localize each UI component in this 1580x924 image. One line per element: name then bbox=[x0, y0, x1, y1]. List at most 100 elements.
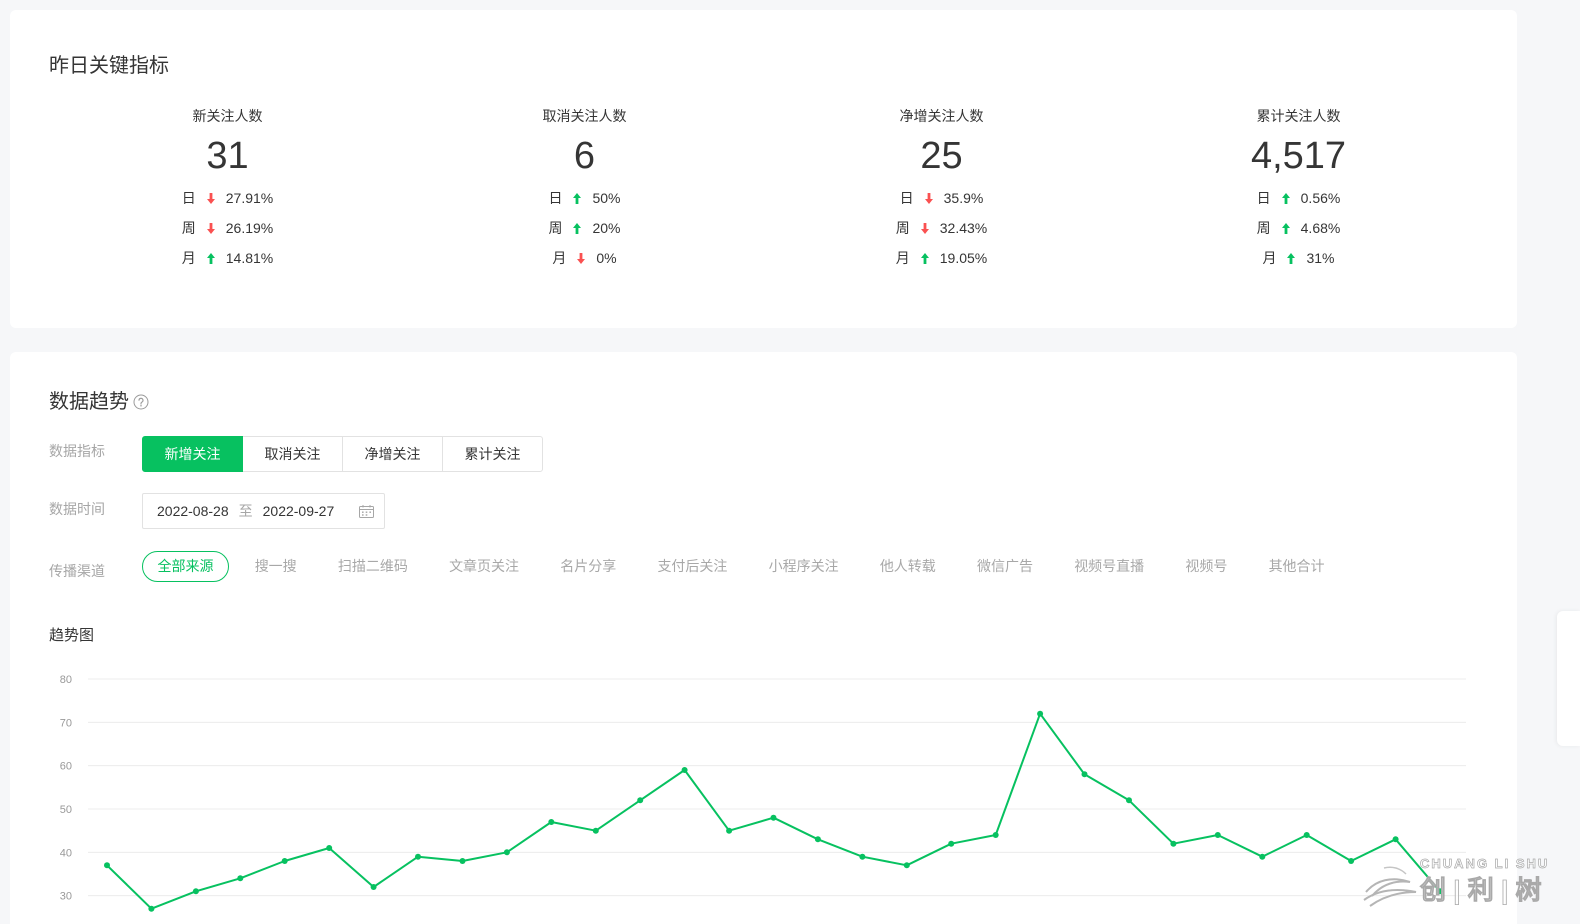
data-trend-title: 数据趋势 bbox=[49, 391, 129, 413]
data-point bbox=[148, 905, 155, 912]
arrow-down-icon bbox=[206, 192, 215, 204]
metric-changes: 日 0.56% 周 4.68% 月 31% bbox=[1120, 183, 1477, 273]
date-start: 2022-08-28 bbox=[157, 503, 229, 519]
data-point bbox=[992, 832, 999, 838]
y-tick-label: 70 bbox=[60, 717, 72, 729]
metric-button-net-follow[interactable]: 净增关注 bbox=[342, 436, 443, 472]
change-period: 日 bbox=[181, 190, 196, 206]
change-period: 周 bbox=[1256, 220, 1271, 236]
series-line bbox=[106, 712, 1441, 910]
arrow-up-icon bbox=[1287, 252, 1296, 264]
channel-chip-article[interactable]: 文章页关注 bbox=[434, 551, 535, 582]
change-row-month: 月 31% bbox=[1120, 243, 1477, 273]
metric-value: 31 bbox=[206, 135, 249, 177]
metric-new-followers: 新关注人数 31 日 27.91% 周 26.19% 月 14.81% bbox=[49, 106, 406, 273]
date-separator: 至 bbox=[238, 503, 253, 519]
change-percent: 0.56% bbox=[1300, 190, 1341, 206]
change-percent: 20% bbox=[592, 220, 621, 236]
arrow-down-icon bbox=[920, 222, 929, 234]
metric-button-new-follow[interactable]: 新增关注 bbox=[142, 436, 243, 472]
metric-changes: 日 27.91% 周 26.19% 月 14.81% bbox=[49, 183, 406, 273]
change-row-month: 月 19.05% bbox=[763, 243, 1120, 273]
data-point bbox=[192, 888, 199, 895]
metric-label: 取消关注人数 bbox=[542, 108, 627, 124]
arrow-up-icon bbox=[206, 252, 215, 264]
channel-chip-card-share[interactable]: 名片分享 bbox=[545, 551, 632, 582]
side-panel-tab[interactable] bbox=[1557, 611, 1580, 746]
data-point bbox=[1037, 710, 1044, 717]
metric-label: 新关注人数 bbox=[192, 108, 263, 124]
data-point bbox=[726, 827, 733, 834]
channel-chip-channels[interactable]: 视频号 bbox=[1170, 551, 1243, 582]
metric-button-total-follow[interactable]: 累计关注 bbox=[442, 436, 543, 472]
date-range-picker[interactable]: 2022-08-28 至 2022-09-27 bbox=[142, 493, 385, 529]
change-percent: 26.19% bbox=[225, 220, 274, 236]
data-point bbox=[503, 849, 510, 856]
metric-total-followers: 累计关注人数 4,517 日 0.56% 周 4.68% 月 31% bbox=[1120, 106, 1477, 273]
metrics-row: 新关注人数 31 日 27.91% 周 26.19% 月 14.81% 取消关注… bbox=[49, 106, 1477, 273]
data-point bbox=[859, 853, 866, 860]
channel-chip-mini-program[interactable]: 小程序关注 bbox=[753, 551, 854, 582]
change-row-week: 周 4.68% bbox=[1120, 213, 1477, 243]
arrow-up-icon bbox=[1281, 192, 1290, 204]
data-point bbox=[1081, 771, 1088, 778]
data-point bbox=[681, 767, 688, 773]
metric-unfollowers: 取消关注人数 6 日 50% 周 20% 月 0% bbox=[406, 106, 763, 273]
data-point bbox=[281, 858, 288, 864]
arrow-up-icon bbox=[573, 192, 582, 204]
channel-filter-chips: 全部来源 搜一搜 扫描二维码 文章页关注 名片分享 支付后关注 小程序关注 他人… bbox=[142, 551, 1340, 582]
data-point bbox=[237, 875, 244, 882]
data-point bbox=[592, 827, 599, 834]
change-period: 日 bbox=[1256, 190, 1271, 206]
arrow-down-icon bbox=[206, 222, 215, 234]
data-point bbox=[370, 884, 377, 890]
change-percent: 31% bbox=[1306, 250, 1335, 266]
calendar-icon bbox=[359, 504, 374, 518]
data-point bbox=[903, 862, 910, 869]
data-point bbox=[1348, 858, 1355, 864]
y-tick-label: 30 bbox=[60, 891, 72, 903]
change-period: 日 bbox=[548, 190, 563, 206]
metric-changes: 日 35.9% 周 32.43% 月 19.05% bbox=[763, 183, 1120, 273]
data-point bbox=[548, 819, 555, 825]
change-period: 日 bbox=[899, 190, 914, 206]
change-row-week: 周 20% bbox=[406, 213, 763, 243]
channel-chip-qrcode[interactable]: 扫描二维码 bbox=[322, 551, 423, 582]
channel-chip-after-payment[interactable]: 支付后关注 bbox=[642, 551, 743, 582]
trend-line-chart[interactable]: 80 70 60 50 40 30 bbox=[10, 660, 1517, 924]
data-point bbox=[770, 814, 777, 821]
arrow-up-icon bbox=[1281, 222, 1290, 234]
arrow-up-icon bbox=[920, 252, 929, 264]
data-point bbox=[1170, 840, 1177, 847]
metric-changes: 日 50% 周 20% 月 0% bbox=[406, 183, 763, 273]
change-row-week: 周 26.19% bbox=[49, 213, 406, 243]
question-circle-icon[interactable] bbox=[133, 394, 149, 410]
change-period: 周 bbox=[181, 220, 196, 236]
change-row-day: 日 27.91% bbox=[49, 183, 406, 213]
channel-chip-other[interactable]: 其他合计 bbox=[1253, 551, 1340, 582]
channel-chip-repost[interactable]: 他人转载 bbox=[864, 551, 951, 582]
data-point bbox=[104, 862, 110, 869]
channel-chip-channels-live[interactable]: 视频号直播 bbox=[1059, 551, 1160, 582]
change-percent: 32.43% bbox=[939, 220, 988, 236]
date-filter-label: 数据时间 bbox=[49, 501, 105, 517]
data-point bbox=[1392, 836, 1399, 843]
change-row-month: 月 14.81% bbox=[49, 243, 406, 273]
data-point bbox=[1126, 797, 1132, 804]
channel-chip-wechat-ads[interactable]: 微信广告 bbox=[962, 551, 1049, 582]
data-point bbox=[814, 836, 821, 843]
data-point bbox=[1259, 853, 1266, 860]
date-end: 2022-09-27 bbox=[262, 503, 335, 519]
change-percent: 27.91% bbox=[225, 190, 274, 206]
metric-button-unfollow[interactable]: 取消关注 bbox=[242, 436, 343, 472]
channel-chip-search[interactable]: 搜一搜 bbox=[239, 551, 312, 582]
change-percent: 4.68% bbox=[1300, 220, 1341, 236]
change-row-day: 日 50% bbox=[406, 183, 763, 213]
channel-chip-all[interactable]: 全部来源 bbox=[142, 551, 229, 582]
metric-label: 净增关注人数 bbox=[899, 108, 984, 124]
change-period: 周 bbox=[895, 220, 910, 236]
data-point bbox=[1214, 832, 1221, 838]
data-point bbox=[1437, 888, 1443, 895]
data-point bbox=[415, 853, 421, 860]
data-point bbox=[326, 845, 333, 851]
